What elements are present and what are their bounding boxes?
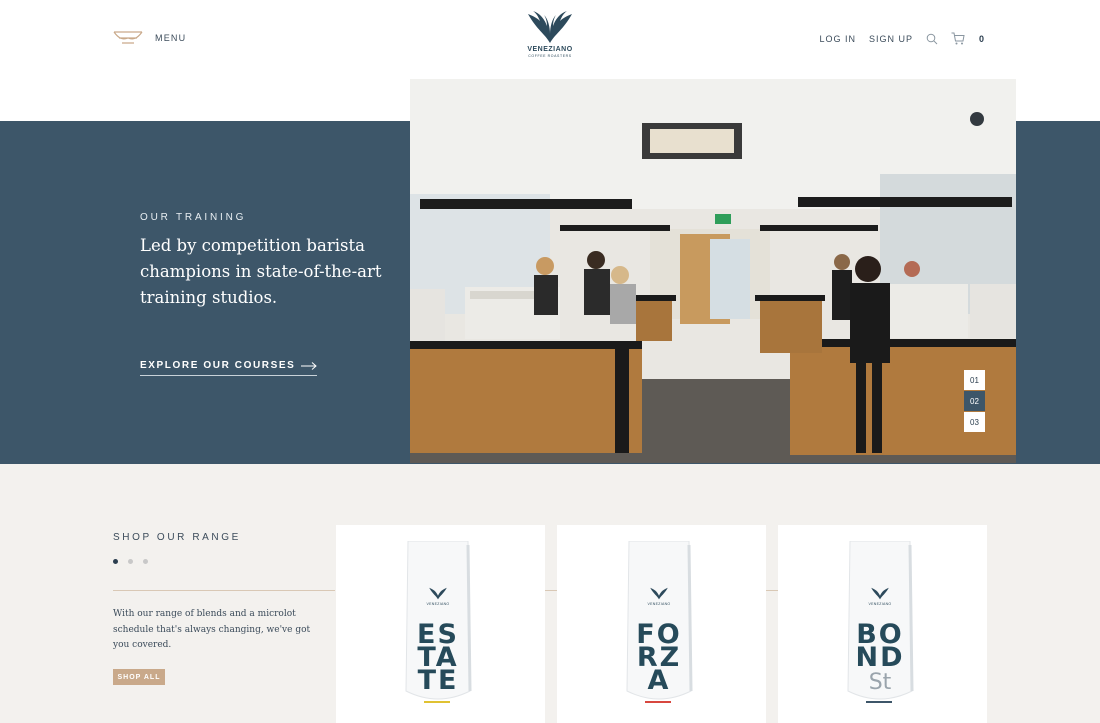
header-actions: LOG IN SIGN UP 0 xyxy=(819,32,984,45)
bag-brand-text: VENEZIANO xyxy=(426,602,450,606)
bag-color-stripe xyxy=(424,701,450,703)
search-icon[interactable] xyxy=(926,33,938,45)
shop-heading: SHOP OUR RANGE xyxy=(113,532,241,543)
bag-color-stripe xyxy=(866,701,892,703)
bag-color-stripe xyxy=(645,701,671,703)
training-text-block: OUR TRAINING Led by competition barista … xyxy=(140,212,390,311)
wings-logo-icon xyxy=(528,11,572,43)
slide-button-01[interactable]: 01 xyxy=(964,370,985,390)
training-studio-photo xyxy=(410,79,1016,463)
product-card-estate[interactable]: VENEZIANO ES TA TE xyxy=(336,525,545,723)
product-word-line-3: St xyxy=(868,670,892,695)
site-header: MENU VENEZIANO COFFEE ROASTERS LOG IN SI… xyxy=(0,0,1100,80)
bag-logo-icon xyxy=(650,587,668,600)
menu-icon xyxy=(113,31,143,44)
menu-label: MENU xyxy=(155,33,187,43)
slide-button-03[interactable]: 03 xyxy=(964,412,985,432)
signup-link[interactable]: SIGN UP xyxy=(869,34,913,44)
carousel-dot-2[interactable] xyxy=(128,559,133,564)
logo-name: VENEZIANO xyxy=(527,46,573,53)
shop-divider-gap-1 xyxy=(544,590,557,591)
bag-brand-text: VENEZIANO xyxy=(647,602,671,606)
arrow-right-icon xyxy=(301,361,318,370)
bag-logo-icon xyxy=(871,587,889,600)
training-eyebrow: OUR TRAINING xyxy=(140,212,247,223)
brand-logo[interactable]: VENEZIANO COFFEE ROASTERS xyxy=(520,10,580,66)
shop-carousel-dots xyxy=(113,559,158,564)
slide-button-02[interactable]: 02 xyxy=(964,391,985,411)
carousel-dot-3[interactable] xyxy=(143,559,148,564)
shop-divider xyxy=(113,590,335,591)
shop-description: With our range of blends and a microlot … xyxy=(113,609,311,650)
bag-logo-icon xyxy=(429,587,447,600)
cart-count: 0 xyxy=(978,33,984,44)
product-word-line-2: ND xyxy=(855,642,905,673)
coffee-bag: VENEZIANO ES TA TE xyxy=(404,541,472,705)
cart-icon[interactable] xyxy=(951,32,965,45)
product-word-line-3: A xyxy=(647,665,671,696)
coffee-bag: VENEZIANO BO ND St xyxy=(846,541,914,705)
explore-courses-label: EXPLORE OUR COURSES xyxy=(140,360,296,371)
product-card-forza[interactable]: VENEZIANO FO RZ A xyxy=(557,525,766,723)
bag-brand-text: VENEZIANO xyxy=(868,602,892,606)
carousel-dot-1[interactable] xyxy=(113,559,118,564)
product-word-line-3: TE xyxy=(417,665,459,696)
logo-subtitle: COFFEE ROASTERS xyxy=(528,54,572,58)
product-card-bond-st[interactable]: VENEZIANO BO ND St xyxy=(778,525,987,723)
menu-button[interactable]: MENU xyxy=(113,30,186,46)
shop-divider-gap-2 xyxy=(766,590,778,591)
training-studio-illustration xyxy=(410,79,1016,463)
training-headline: Led by competition barista champions in … xyxy=(140,236,382,307)
shop-all-button[interactable]: SHOP ALL xyxy=(113,669,165,685)
login-link[interactable]: LOG IN xyxy=(819,34,856,44)
record-indicator-icon xyxy=(970,112,984,126)
coffee-bag: VENEZIANO FO RZ A xyxy=(625,541,693,705)
explore-courses-link[interactable]: EXPLORE OUR COURSES xyxy=(140,360,318,376)
